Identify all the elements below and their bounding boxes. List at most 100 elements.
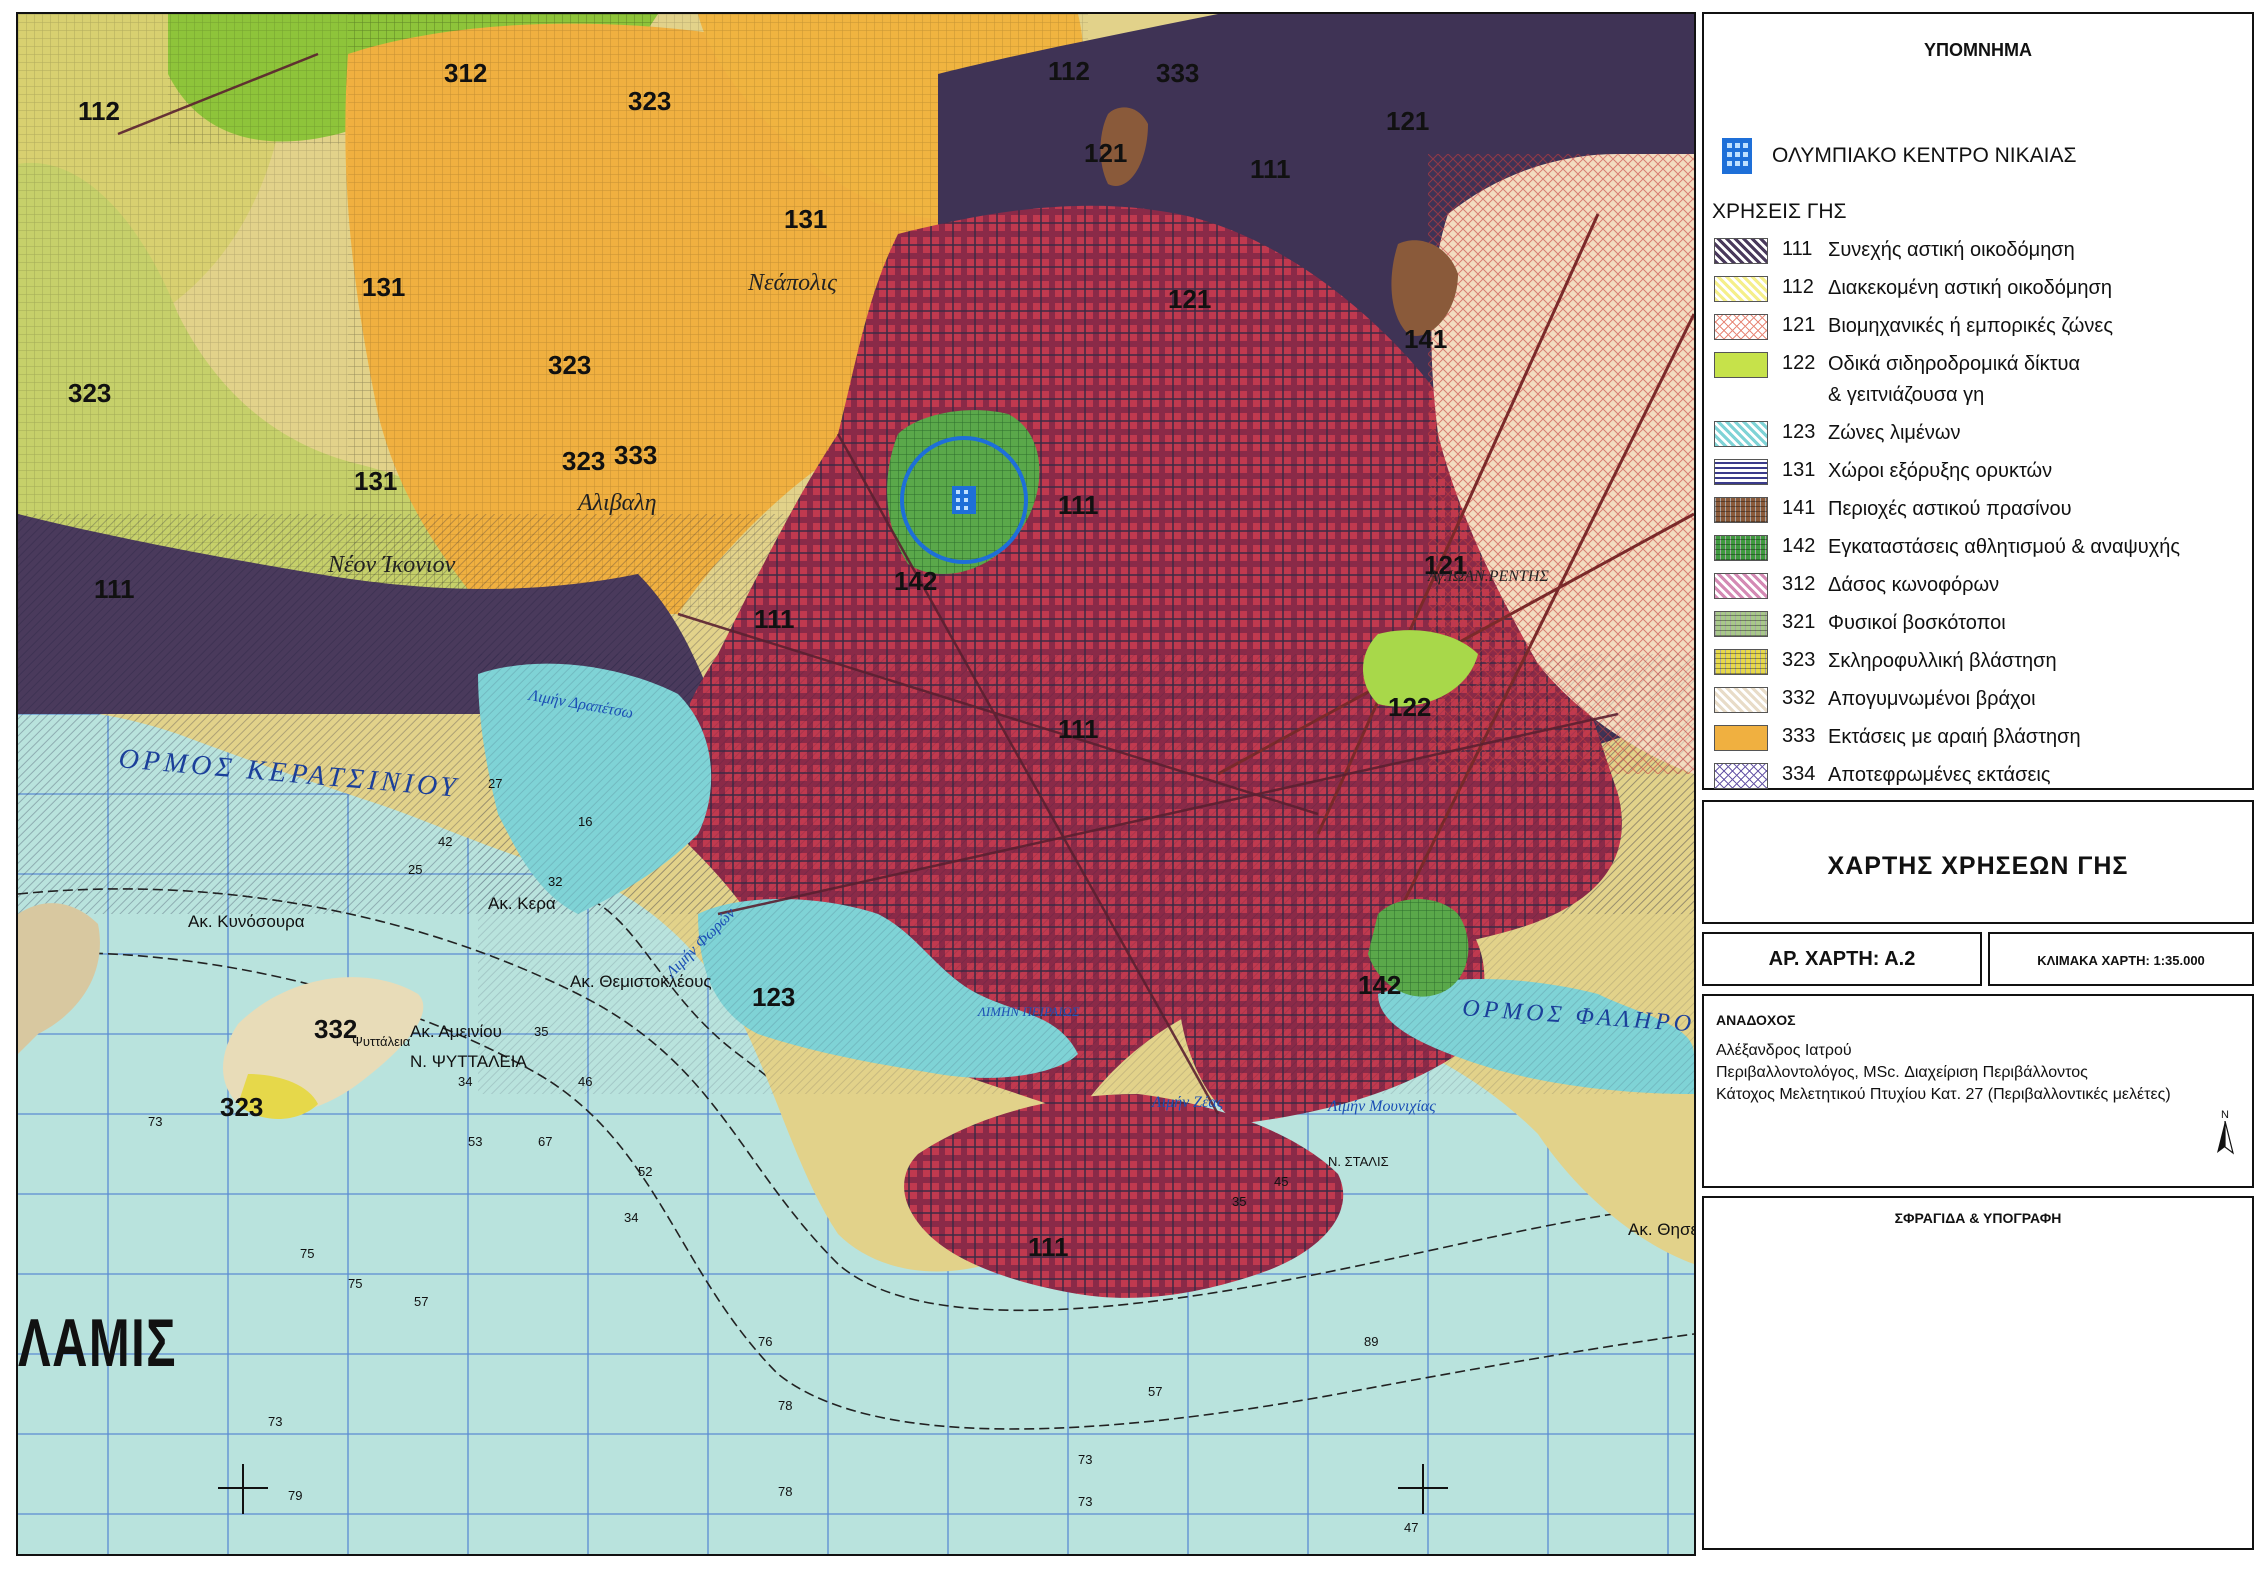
zone-label: 332	[314, 1014, 358, 1044]
legend-label: Αποτεφρωμένες εκτάσεις	[1828, 764, 2051, 786]
legend-item-312: 312 Δάσος κωνοφόρων	[1714, 573, 2254, 601]
legend-code: 112	[1782, 276, 1814, 298]
legend-code: 123	[1782, 421, 1816, 443]
cape-label: Ν. ΣΤΑΛΙΣ	[1328, 1154, 1389, 1169]
legend-label: Συνεχής αστική οικοδόμηση	[1828, 239, 2075, 261]
legend-swatch	[1714, 763, 1768, 789]
zone-label: 142	[1358, 970, 1402, 1000]
place-name: Αγ.ΙΩΑΝ.ΡΕΝΤΗΣ	[1428, 568, 1549, 585]
depth-sounding: 45	[1274, 1174, 1289, 1189]
zone-label: 122	[1388, 692, 1432, 722]
legend-code: 142	[1782, 535, 1816, 557]
zone-label: 111	[94, 574, 135, 604]
zone-label: 312	[444, 58, 488, 88]
zone-label: 141	[1404, 324, 1448, 354]
depth-sounding: 34	[624, 1210, 639, 1225]
depth-sounding: 16	[578, 814, 593, 829]
depth-sounding: 35	[1232, 1194, 1247, 1209]
zone-label: 333	[1156, 58, 1200, 88]
contractor-details: Αλέξανδρος Ιατρού Περιβαλλοντολόγος, MSc…	[1716, 1040, 2171, 1106]
cape-label: Ακ. Κυνόσουρα	[188, 912, 305, 931]
zone-label: 142	[894, 566, 938, 596]
cape-label: Ακ. Θεμιστοκλέους	[570, 972, 712, 991]
cape-label: Ψυττάλεια	[352, 1034, 411, 1049]
legend-label: Εγκαταστάσεις αθλητισμού & αναψυχής	[1828, 536, 2180, 558]
legend-label: Φυσικοί βοσκότοποι	[1828, 612, 2006, 634]
legend-code: 141	[1782, 497, 1816, 519]
depth-sounding: 73	[1078, 1452, 1093, 1467]
legend-item-123: 123 Ζώνες λιμένων	[1714, 421, 2254, 449]
zone-label: 323	[68, 378, 112, 408]
legend-item-112: 112 Διακεκομένη αστική οικοδόμηση	[1714, 276, 2254, 304]
land-use-heading: ΧΡΗΣΕΙΣ ΓΗΣ	[1712, 200, 1847, 223]
legend-item-122: 122 Οδικά σιδηροδρομικά δίκτυα & γειτνιάζ…	[1714, 352, 2254, 411]
legend-swatch	[1714, 611, 1768, 637]
zone-label: 112	[1048, 56, 1090, 86]
land-use-list: 111 Συνεχής αστική οικοδόμηση 112 Διακεκομέ…	[1714, 238, 2254, 801]
map-number-box: ΑΡ. ΧΑΡΤΗ: Α.2	[1702, 932, 1982, 986]
legend-label: Δάσος κωνοφόρων	[1828, 574, 2000, 596]
depth-sounding: 75	[300, 1246, 315, 1261]
legend-item-141: 141 Περιοχές αστικού πρασίνου	[1714, 497, 2254, 525]
signature-box: ΣΦΡΑΓΙΔΑ & ΥΠΟΓΡΑΦΗ	[1702, 1196, 2254, 1550]
contractor-box: ΑΝΑΔΟΧΟΣ Αλέξανδρος Ιατρού Περιβαλλοντολ…	[1702, 994, 2254, 1188]
legend-label: Χώροι εξόρυξης ορυκτών	[1828, 460, 2053, 482]
zone-label: 123	[752, 982, 796, 1012]
map-scale: ΚΛΙΜΑΚΑ ΧΑΡΤΗ: 1:35.000	[2037, 953, 2205, 968]
depth-sounding: 42	[438, 834, 453, 849]
map-number: ΑΡ. ΧΑΡΤΗ: Α.2	[1768, 948, 1916, 970]
north-arrow: N	[2214, 1109, 2236, 1160]
legend-label: Βιομηχανικές ή εμπορικές ζώνες	[1828, 315, 2113, 337]
depth-sounding: 25	[408, 862, 423, 877]
legend-code: 321	[1782, 611, 1816, 633]
cape-label: Ακ. Κερα	[488, 894, 556, 913]
depth-sounding: 47	[1404, 1520, 1419, 1535]
zone-label: 131	[784, 204, 828, 234]
legend-swatch	[1714, 687, 1768, 713]
harbor-label: Λιμήν Μουνιχίας	[1328, 1098, 1436, 1115]
legend-label: Περιοχές αστικού πρασίνου	[1828, 498, 2072, 520]
legend-code: 332	[1782, 687, 1816, 709]
place-name: Νέον Ίκονιον	[328, 552, 456, 578]
zone-label: 323	[220, 1092, 264, 1122]
zone-label: 121	[1084, 138, 1128, 168]
depth-sounding: 79	[288, 1488, 303, 1503]
legend-swatch	[1714, 238, 1768, 264]
zone-label: 131	[354, 466, 398, 496]
contractor-license: Κάτοχος Μελετητικού Πτυχίου Κατ. 27 (Περ…	[1716, 1086, 2171, 1103]
depth-sounding: 57	[1148, 1384, 1163, 1399]
zone-label: 323	[562, 446, 606, 476]
harbor-label: ΛΙΜΗΝ ΠΕΙΡΑΙΩΣ	[978, 1004, 1080, 1019]
depth-sounding: 34	[458, 1074, 473, 1089]
depth-sounding: 46	[578, 1074, 593, 1089]
map-title: ΧΑΡΤΗΣ ΧΡΗΣΕΩΝ ΓΗΣ	[1827, 852, 2129, 880]
depth-sounding: 75	[348, 1276, 363, 1291]
legend-code: 323	[1782, 649, 1816, 671]
depth-sounding: 73	[1078, 1494, 1093, 1509]
title-box: ΧΑΡΤΗΣ ΧΡΗΣΕΩΝ ΓΗΣ	[1702, 800, 2254, 924]
legend-swatch	[1714, 459, 1768, 485]
scale-box: ΚΛΙΜΑΚΑ ΧΑΡΤΗ: 1:35.000	[1988, 932, 2254, 986]
legend-code: 131	[1782, 459, 1816, 481]
depth-sounding: 73	[148, 1114, 163, 1129]
depth-sounding: 57	[414, 1294, 429, 1309]
cape-label: Ν. ΨΥΤΤΑΛΕΙΑ	[410, 1052, 527, 1071]
legend-label: Σκληροφυλλική βλάστηση	[1828, 650, 2057, 672]
legend-code: 334	[1782, 763, 1816, 785]
zone-label: 111	[1028, 1232, 1069, 1262]
north-arrow-icon	[2217, 1120, 2234, 1155]
legend-label: Ζώνες λιμένων	[1828, 422, 1961, 444]
cape-label: Ακ. Θησέω	[1628, 1220, 1694, 1239]
depth-sounding: 78	[778, 1484, 793, 1499]
legend-item-131: 131 Χώροι εξόρυξης ορυκτών	[1714, 459, 2254, 487]
site-label: ΟΛΥΜΠΙΑΚΟ ΚΕΝΤΡΟ ΝΙΚΑΙΑΣ	[1772, 144, 2077, 167]
legend-swatch	[1714, 725, 1768, 751]
zone-label: 111	[1250, 154, 1291, 184]
legend-title: ΥΠΟΜΝΗΜΑ	[1924, 40, 2032, 60]
zone-label: 112	[78, 96, 120, 126]
land-use-map[interactable]: 112 312 323 112 333 121 121 131 111 121 …	[16, 12, 1696, 1556]
legend-swatch	[1714, 497, 1768, 523]
legend-panel: ΥΠΟΜΝΗΜΑ ΟΛΥΜΠΙΑΚΟ ΚΕΝΤΡΟ ΝΙΚΑΙΑΣ ΧΡΗΣΕΙ…	[1702, 12, 2254, 790]
depth-sounding: 53	[468, 1134, 483, 1149]
depth-sounding: 76	[758, 1334, 773, 1349]
